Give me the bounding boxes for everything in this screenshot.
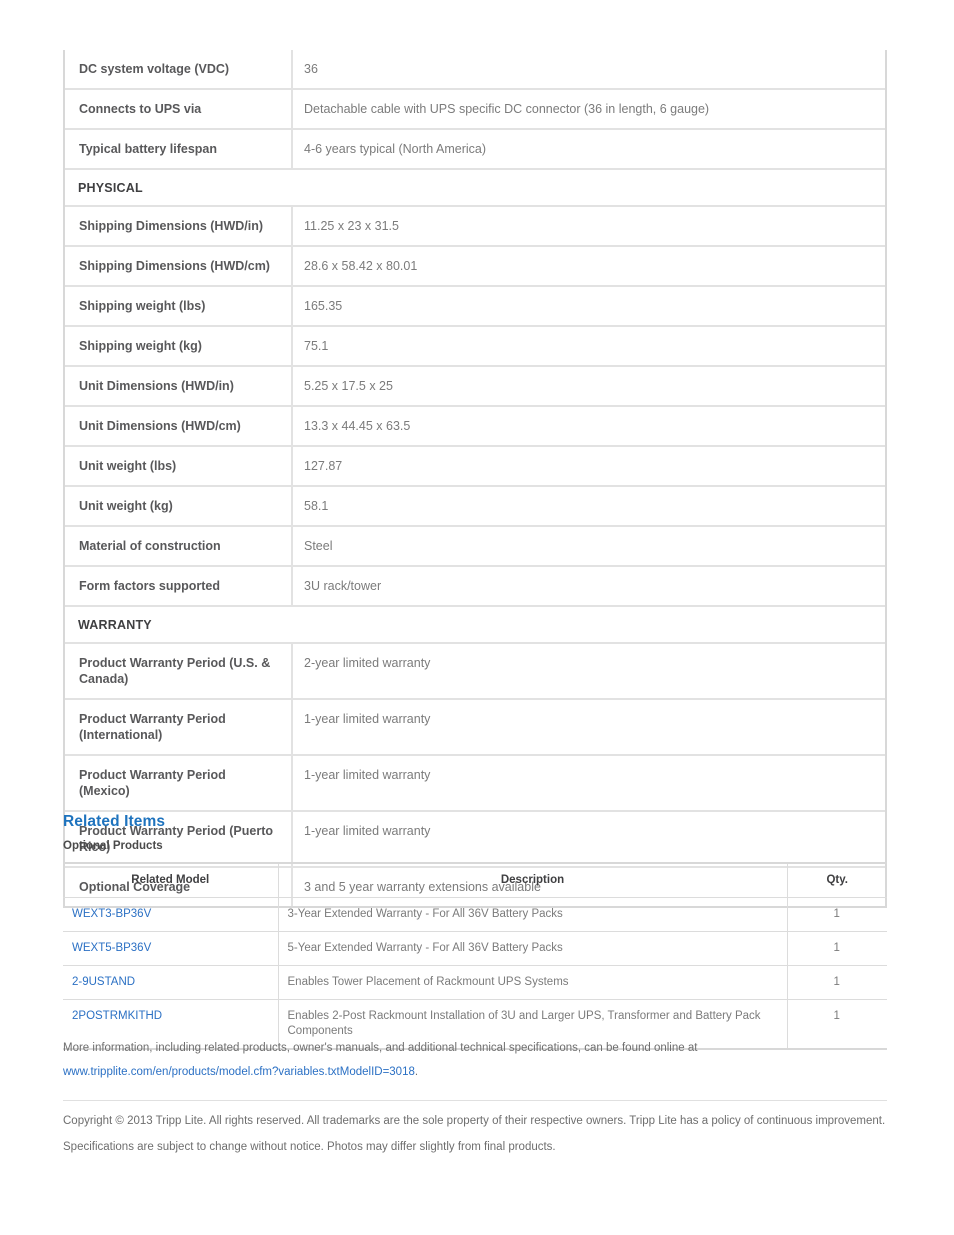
- related-qty-cell: 1: [787, 965, 887, 1000]
- related-items-table: Related Model Description Qty. WEXT3-BP3…: [63, 864, 887, 1048]
- related-description-cell: 5-Year Extended Warranty - For All 36V B…: [278, 931, 788, 966]
- spec-key: Product Warranty Period (U.S. & Canada): [65, 643, 293, 700]
- spec-value: 11.25 x 23 x 31.5: [292, 206, 885, 247]
- spec-value: 165.35: [292, 286, 885, 327]
- related-model-cell: 2-9USTAND: [63, 965, 279, 1000]
- spec-key: Material of construction: [65, 526, 293, 567]
- spec-row: Form factors supported 3U rack/tower: [65, 566, 885, 607]
- related-items-heading: Related Items: [63, 813, 166, 830]
- spec-value: 5.25 x 17.5 x 25: [292, 366, 885, 407]
- spec-key: Product Warranty Period (Mexico): [65, 755, 293, 812]
- spec-value: 4-6 years typical (North America): [292, 129, 885, 170]
- spec-value: 3U rack/tower: [292, 566, 885, 607]
- related-description-cell: 3-Year Extended Warranty - For All 36V B…: [278, 897, 788, 932]
- spec-value: 36: [292, 50, 885, 90]
- spec-key: Unit weight (kg): [65, 486, 293, 527]
- spec-key: Typical battery lifespan: [65, 129, 293, 170]
- spec-row: Product Warranty Period (International) 1…: [65, 699, 885, 756]
- spec-row: Typical battery lifespan 4-6 years typica…: [65, 129, 885, 170]
- copyright-text: Copyright © 2013 Tripp Lite. All rights …: [63, 1115, 886, 1153]
- specifications-table: DC system voltage (VDC) 36 Connects to UPS…: [65, 50, 885, 906]
- spec-section-header-row: PHYSICAL: [65, 169, 885, 207]
- related-model-cell: WEXT5-BP36V: [63, 931, 279, 966]
- optional-products-subheading: Optional Products: [63, 840, 163, 852]
- spec-key: Unit Dimensions (HWD/in): [65, 366, 293, 407]
- spec-value: 1-year limited warranty: [292, 755, 885, 812]
- spec-key: Unit weight (lbs): [65, 446, 293, 487]
- spec-value: 2-year limited warranty: [292, 643, 885, 700]
- column-header-qty: Qty.: [787, 864, 887, 898]
- spec-key: Form factors supported: [65, 566, 293, 607]
- spec-value: Steel: [292, 526, 885, 567]
- more-information-text: More information, including related prod…: [63, 1036, 887, 1084]
- spec-key: DC system voltage (VDC): [65, 50, 293, 90]
- related-model-link[interactable]: WEXT3-BP36V: [72, 908, 151, 920]
- spec-row: Unit weight (lbs) 127.87: [65, 446, 885, 487]
- more-information-label: More information, including related prod…: [63, 1042, 698, 1054]
- related-description-cell: Enables Tower Placement of Rackmount UPS…: [278, 965, 788, 1000]
- related-model-cell: WEXT3-BP36V: [63, 897, 279, 932]
- spec-sheet-page: DC system voltage (VDC) 36 Connects to UPS…: [0, 0, 954, 1235]
- spec-row: Product Warranty Period (U.S. & Canada) 2…: [65, 643, 885, 700]
- spec-key: Unit Dimensions (HWD/cm): [65, 406, 293, 447]
- spec-row: Unit weight (kg) 58.1: [65, 486, 885, 527]
- related-items-header-row: Related Model Description Qty.: [63, 864, 887, 898]
- spec-row: Unit Dimensions (HWD/cm) 13.3 x 44.45 x 6…: [65, 406, 885, 447]
- table-row: 2-9USTAND Enables Tower Placement of Rack…: [63, 965, 887, 1000]
- column-header-related-model: Related Model: [63, 864, 279, 898]
- spec-value: 28.6 x 58.42 x 80.01: [292, 246, 885, 287]
- spec-value: 75.1: [292, 326, 885, 367]
- related-model-link[interactable]: 2POSTRMKITHD: [72, 1010, 162, 1022]
- spec-value: 13.3 x 44.45 x 63.5: [292, 406, 885, 447]
- spec-value: 58.1: [292, 486, 885, 527]
- spec-value: 127.87: [292, 446, 885, 487]
- table-row: WEXT5-BP36V 5-Year Extended Warranty - Fo…: [63, 931, 887, 966]
- table-row: WEXT3-BP36V 3-Year Extended Warranty - Fo…: [63, 897, 887, 932]
- footer-divider: [63, 1100, 887, 1101]
- spec-row: Shipping weight (lbs) 165.35: [65, 286, 885, 327]
- spec-key: Shipping weight (lbs): [65, 286, 293, 327]
- related-qty-cell: 1: [787, 897, 887, 932]
- spec-key: Product Warranty Period (International): [65, 699, 293, 756]
- spec-row: Unit Dimensions (HWD/in) 5.25 x 17.5 x 25: [65, 366, 885, 407]
- spec-key: Shipping weight (kg): [65, 326, 293, 367]
- spec-row: Shipping Dimensions (HWD/cm) 28.6 x 58.42…: [65, 246, 885, 287]
- spec-row: Product Warranty Period (Mexico) 1-year l…: [65, 755, 885, 812]
- spec-row: Product Warranty Period (Puerto Rico) 1-y…: [65, 811, 885, 868]
- spec-key: Connects to UPS via: [65, 89, 293, 130]
- related-model-link[interactable]: 2-9USTAND: [72, 976, 135, 988]
- specifications-table-container: DC system voltage (VDC) 36 Connects to UPS…: [63, 50, 887, 908]
- spec-value: 1-year limited warranty: [292, 699, 885, 756]
- product-page-link[interactable]: www.tripplite.com/en/products/model.cfm?…: [63, 1066, 415, 1078]
- spec-row: Shipping weight (kg) 75.1: [65, 326, 885, 367]
- spec-section-label: PHYSICAL: [65, 169, 885, 207]
- spec-key: Shipping Dimensions (HWD/cm): [65, 246, 293, 287]
- spec-value: Detachable cable with UPS specific DC co…: [292, 89, 885, 130]
- spec-section-header-row: WARRANTY: [65, 606, 885, 644]
- spec-value: 1-year limited warranty: [292, 811, 885, 868]
- spec-row: Material of construction Steel: [65, 526, 885, 567]
- spec-section-label: WARRANTY: [65, 606, 885, 644]
- related-qty-cell: 1: [787, 931, 887, 966]
- spec-row: Connects to UPS via Detachable cable with…: [65, 89, 885, 130]
- related-items-table-container: Related Model Description Qty. WEXT3-BP3…: [63, 862, 887, 1050]
- related-model-link[interactable]: WEXT5-BP36V: [72, 942, 151, 954]
- column-header-description: Description: [278, 864, 788, 898]
- spec-row: Shipping Dimensions (HWD/in) 11.25 x 23 x…: [65, 206, 885, 247]
- spec-row: DC system voltage (VDC) 36: [65, 50, 885, 90]
- spec-key: Shipping Dimensions (HWD/in): [65, 206, 293, 247]
- link-trailing-period: .: [414, 1066, 419, 1078]
